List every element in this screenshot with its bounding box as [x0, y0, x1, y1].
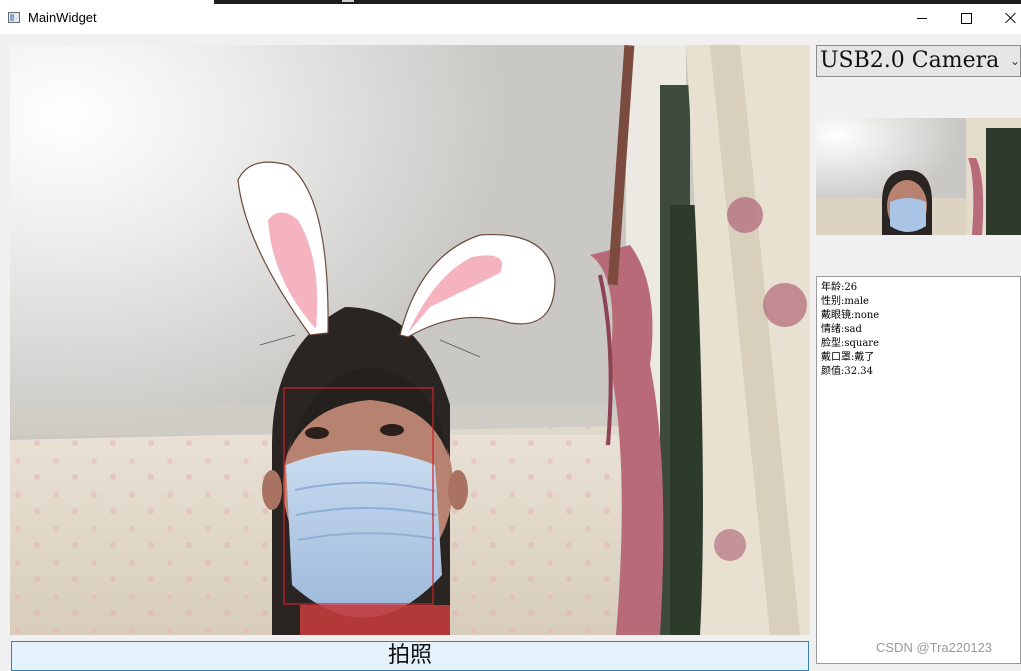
chevron-down-icon: ⌄ — [1009, 54, 1020, 68]
app-window-icon — [8, 12, 20, 23]
background-mark — [342, 0, 354, 2]
maximize-button[interactable] — [943, 4, 989, 32]
camera-frame — [10, 45, 810, 635]
attribute-gender: 性别:male — [821, 296, 869, 307]
attribute-face-shape: 脸型:square — [821, 338, 880, 349]
snapshot-thumbnail — [816, 118, 1021, 235]
minimize-button[interactable] — [899, 4, 945, 32]
watermark: CSDN @Tra220123 — [876, 640, 993, 655]
attribute-emotion: 情绪:sad — [821, 324, 862, 335]
attribute-glasses: 戴眼镜:none — [821, 310, 880, 321]
title-bar: MainWidget — [0, 4, 1021, 34]
window-title: MainWidget — [28, 10, 97, 25]
close-button[interactable] — [988, 4, 1021, 32]
maximize-icon — [960, 12, 972, 24]
attribute-age: 年龄:26 — [821, 282, 858, 293]
snapshot-image — [816, 118, 1021, 235]
minimize-icon — [917, 17, 927, 19]
face-attributes-panel: 年龄:26 性别:male 戴眼镜:none 情绪:sad 脸型:square … — [816, 276, 1021, 664]
attribute-mask: 戴口罩:戴了 — [821, 352, 875, 363]
close-icon — [1005, 12, 1017, 24]
camera-select-value: USB2.0 Camera — [820, 48, 1000, 73]
camera-preview — [10, 45, 810, 635]
attribute-beauty: 颜值:32.34 — [821, 366, 874, 377]
capture-button[interactable]: 拍照 — [11, 641, 809, 671]
camera-select[interactable]: USB2.0 Camera ⌄ — [816, 45, 1021, 77]
